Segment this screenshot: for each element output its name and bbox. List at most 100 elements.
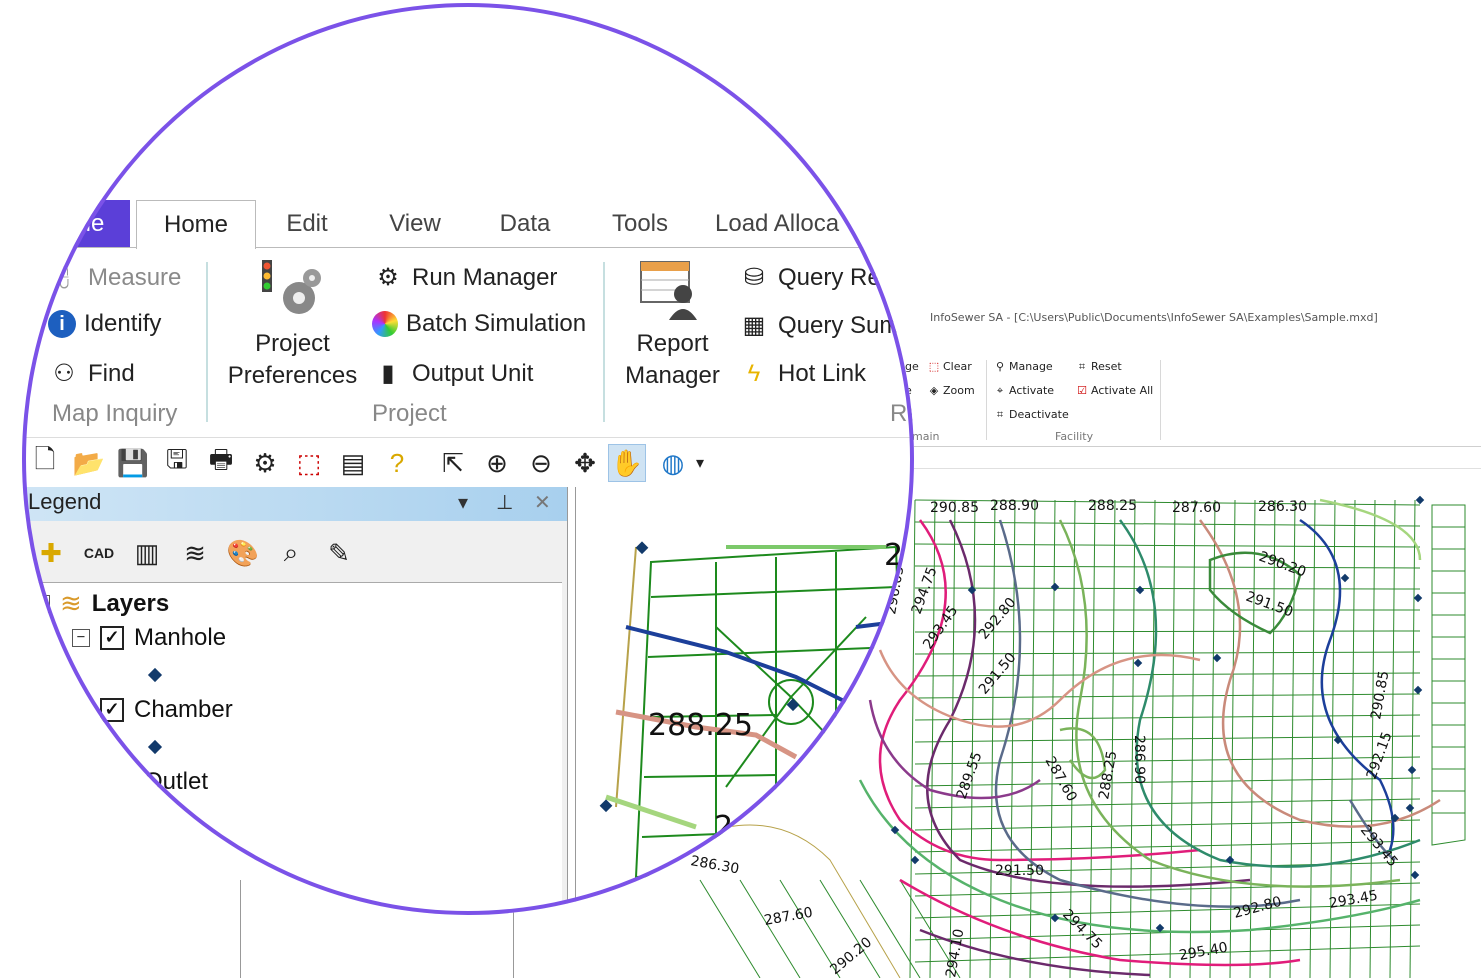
add-layer-icon[interactable]: ✚ <box>34 536 68 570</box>
contour-label: 288.90 <box>990 498 1039 514</box>
contour-label: 288.25 <box>1088 498 1137 514</box>
measure-button[interactable]: ⩉ Measure <box>48 262 182 294</box>
batch-simulation-button[interactable]: Batch Simulation <box>372 310 586 338</box>
output-unit-label: Output Unit <box>412 360 534 387</box>
color-wheel-icon <box>372 311 398 337</box>
contour-label: 292.15 <box>1364 730 1396 782</box>
manhole-node[interactable] <box>1050 582 1060 592</box>
tab-home-label: Home <box>163 211 229 238</box>
parcel-line <box>914 714 1421 721</box>
tab-load-allocation[interactable]: Load Alloca <box>715 200 875 248</box>
output-unit-button[interactable]: ▮ Output Unit <box>372 358 533 390</box>
layer-visibility-checkbox[interactable]: ✓ <box>100 626 124 650</box>
add-cad-icon[interactable]: CAD <box>82 536 116 570</box>
contour-label: 289.55 <box>954 750 986 802</box>
select-clear-icon[interactable]: ⬚ <box>290 444 328 482</box>
layer-row-outlet[interactable]: Outlet <box>144 768 208 796</box>
parcel-line <box>914 587 1421 590</box>
manhole-node[interactable] <box>1413 593 1423 603</box>
manhole-node[interactable] <box>1413 685 1423 695</box>
contour-label: 287.60 <box>1172 500 1221 516</box>
save-icon[interactable]: 💾 <box>114 444 152 482</box>
zoom-in-icon[interactable]: ⊕ <box>478 444 516 482</box>
close-icon[interactable]: ✕ <box>534 490 551 515</box>
hot-link-button[interactable]: ϟ Hot Link <box>738 358 866 390</box>
contour-label: 288.25 <box>1096 750 1120 801</box>
manhole-node[interactable] <box>1050 913 1060 923</box>
layer-visibility-checkbox[interactable]: ✓ <box>100 698 124 722</box>
edit-layer-icon[interactable]: ✎ <box>322 536 356 570</box>
tab-home[interactable]: Home <box>136 200 256 249</box>
run-manager-button[interactable]: ⚙ Run Manager <box>372 262 557 294</box>
tab-tools[interactable]: Tools <box>595 200 685 248</box>
collapse-icon[interactable]: − <box>72 629 90 647</box>
palette-icon[interactable]: 🎨 <box>226 536 260 570</box>
parcel-line <box>1029 499 1036 978</box>
parcel-line <box>1049 499 1056 978</box>
pin-icon[interactable]: ⊥ <box>496 490 513 515</box>
parcel-line <box>914 651 1421 655</box>
query-summary-button[interactable]: ▦ Query Sum <box>738 310 900 342</box>
query-summary-label: Query Sum <box>778 312 900 339</box>
database-icon: ⛁ <box>743 264 765 291</box>
manhole-node[interactable] <box>1340 573 1350 583</box>
tab-data[interactable]: Data <box>480 200 570 248</box>
manhole-node[interactable] <box>1407 765 1417 775</box>
zoom-out-icon[interactable]: ⊖ <box>522 444 560 482</box>
print-icon[interactable]: 🖶 <box>202 444 240 482</box>
legend-header <box>22 487 567 521</box>
layer-row-chamber[interactable]: − ✓ Chamber <box>72 696 233 724</box>
collapse-icon[interactable]: − <box>72 701 90 719</box>
run-manager-label: Run Manager <box>412 264 558 291</box>
remove-layer-icon[interactable]: ≋ <box>178 536 212 570</box>
collapse-icon[interactable]: − <box>32 594 50 613</box>
layer-search-icon[interactable]: ⌕ <box>274 536 308 570</box>
tab-edit[interactable]: Edit <box>262 200 352 248</box>
toolbar-dropdown-icon[interactable]: ▾ <box>690 444 710 482</box>
contour-label: 291.50 <box>1244 589 1296 621</box>
settings-icon[interactable]: ⚙ <box>246 444 284 482</box>
layers-root-row[interactable]: − ≋ Layers <box>32 588 169 619</box>
manhole-node[interactable] <box>1415 495 1425 505</box>
parcel-line <box>914 756 1421 765</box>
manhole-node[interactable] <box>1410 870 1420 880</box>
contour-label: 292.80 <box>1232 894 1283 922</box>
tab-file[interactable]: File <box>40 200 130 248</box>
contour-label: 293.45 <box>1328 888 1379 912</box>
tab-view[interactable]: View <box>370 200 460 248</box>
save-as-icon[interactable]: 🖫 <box>158 444 196 482</box>
query-results-button[interactable]: ⛁ Query Re <box>738 262 881 294</box>
report-icon[interactable]: ▤ <box>334 444 372 482</box>
parcel-line <box>1309 499 1316 978</box>
pointer-icon[interactable]: ⇱ <box>434 444 472 482</box>
batch-simulation-label: Batch Simulation <box>406 310 587 337</box>
map-document-icon[interactable]: ▥ <box>130 536 164 570</box>
mag-contour-label: 2 <box>714 810 733 845</box>
full-extent-icon[interactable]: ✥ <box>566 444 604 482</box>
runner-icon: ⚙ <box>377 264 399 291</box>
manhole-node[interactable] <box>1135 585 1145 595</box>
manhole-node[interactable] <box>1212 653 1222 663</box>
parcel-line <box>1409 499 1416 978</box>
layer-row-manhole[interactable]: − ✓ Manhole <box>72 624 226 652</box>
manhole-node[interactable] <box>967 585 977 595</box>
manhole-node[interactable] <box>1133 658 1143 668</box>
magnified-map-canvas[interactable]: 288.25 2 2 <box>575 487 914 915</box>
contour-label: 292.80 <box>976 595 1020 643</box>
parcel-line <box>914 543 1421 548</box>
open-folder-icon[interactable]: 📂 <box>70 444 108 482</box>
project-group-label: Project <box>372 400 447 427</box>
new-document-icon[interactable]: 🗋 <box>26 444 64 482</box>
report-manager-button[interactable]: Report Manager <box>615 258 730 392</box>
identify-button[interactable]: i Identify <box>48 310 161 338</box>
manhole-node[interactable] <box>1405 803 1415 813</box>
pan-hand-icon[interactable]: ✋ <box>608 444 646 482</box>
globe-icon[interactable]: ◍ <box>654 444 692 482</box>
find-button[interactable]: ⚇ Find <box>48 358 134 390</box>
report-manager-label-1: Report <box>636 330 709 357</box>
project-preferences-button[interactable]: Project Preferences <box>225 258 360 392</box>
group-separator <box>206 262 208 422</box>
legend-dropdown-icon[interactable]: ▾ <box>458 490 468 515</box>
help-icon[interactable]: ? <box>378 444 416 482</box>
lightning-icon: ϟ <box>747 360 761 387</box>
